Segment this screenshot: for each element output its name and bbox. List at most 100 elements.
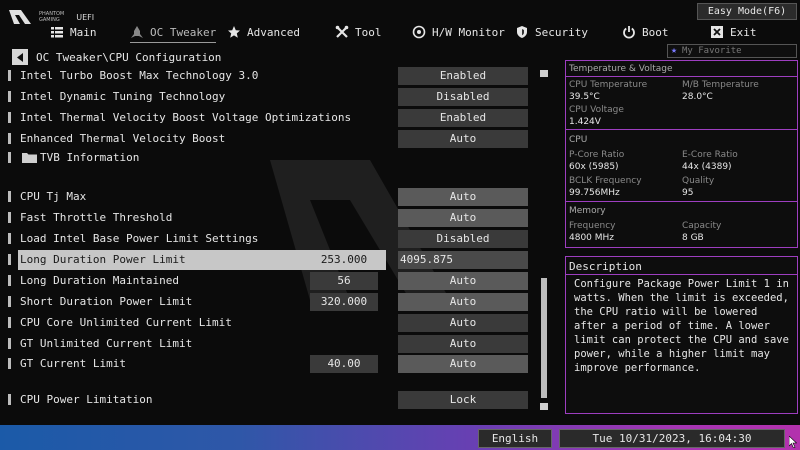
tab-hw-monitor-label: H/W Monitor <box>432 25 505 39</box>
rocket-icon <box>131 26 143 38</box>
back-arrow-icon <box>16 52 23 62</box>
setting-number[interactable]: 40.00 <box>310 355 378 373</box>
favorite-star-icon: ★ <box>671 45 678 56</box>
setting-label: Short Duration Power Limit <box>20 295 193 308</box>
tab-advanced[interactable]: Advanced <box>227 20 300 44</box>
scroll-up-arrow-icon[interactable] <box>540 70 548 77</box>
setting-value[interactable]: Auto <box>398 188 528 206</box>
setting-value[interactable]: Enabled <box>398 109 528 127</box>
memory-heading: Memory <box>569 206 606 216</box>
setting-value[interactable]: Auto <box>398 209 528 227</box>
setting-value[interactable]: Lock <box>398 391 528 409</box>
tab-security[interactable]: Security <box>515 20 588 44</box>
settings-scrollbar[interactable] <box>539 68 549 412</box>
row-bullet <box>8 112 11 123</box>
tab-boot[interactable]: Boot <box>622 20 669 44</box>
setting-value[interactable]: Auto <box>398 335 528 353</box>
cpu-temperature: CPU Temperature 39.5°C <box>569 80 648 102</box>
memory-frequency: Frequency 4800 MHz <box>569 221 616 243</box>
date-time-display[interactable]: Tue 10/31/2023, 16:04:30 <box>559 429 785 448</box>
scroll-down-arrow-icon[interactable] <box>540 403 548 410</box>
description-title: Description <box>569 260 642 273</box>
tab-main[interactable]: Main <box>50 20 97 44</box>
setting-row[interactable]: Intel Thermal Velocity Boost Voltage Opt… <box>8 108 536 128</box>
setting-value[interactable]: Disabled <box>398 230 528 248</box>
tab-boot-label: Boot <box>642 25 669 39</box>
setting-value[interactable]: Auto <box>398 293 528 311</box>
my-favorite-button[interactable]: ★ My Favorite <box>667 44 797 58</box>
bottom-status-bar: English Tue 10/31/2023, 16:04:30 <box>0 425 800 450</box>
easy-mode-button[interactable]: Easy Mode(F6) <box>697 3 797 20</box>
setting-number[interactable]: 253.000 <box>310 251 378 269</box>
scroll-thumb[interactable] <box>541 278 547 398</box>
setting-value[interactable]: Disabled <box>398 88 528 106</box>
setting-row[interactable]: CPU Core Unlimited Current Limit Auto <box>8 313 536 333</box>
setting-number[interactable]: 56 <box>310 272 378 290</box>
cpu-voltage: CPU Voltage 1.424V <box>569 105 624 127</box>
tab-main-label: Main <box>70 25 97 39</box>
language-button[interactable]: English <box>478 429 552 448</box>
setting-label: Fast Throttle Threshold <box>20 211 173 224</box>
row-bullet <box>8 91 11 102</box>
setting-row[interactable]: Short Duration Power Limit 320.000 Auto <box>8 292 536 312</box>
row-bullet <box>8 152 11 163</box>
hardware-info-panel: Temperature & Voltage CPU Temperature 39.… <box>565 60 798 248</box>
star-icon <box>228 26 240 38</box>
active-tab-underline <box>130 42 217 43</box>
setting-label: TVB Information <box>40 151 140 164</box>
power-icon <box>623 26 635 39</box>
setting-row-selected[interactable]: Long Duration Power Limit 253.000 4095.8… <box>8 250 536 270</box>
setting-label: Intel Turbo Boost Max Technology 3.0 <box>20 69 259 82</box>
row-bullet <box>8 133 11 144</box>
e-core-ratio: E-Core Ratio 44x (4389) <box>682 150 738 172</box>
p-core-ratio: P-Core Ratio 60x (5985) <box>569 150 625 172</box>
setting-row[interactable]: CPU Tj Max Auto <box>8 187 536 207</box>
row-bullet <box>8 212 11 223</box>
top-bar: PHANTOM GAMING UEFI Easy Mode(F6) Main O… <box>0 0 800 45</box>
setting-row[interactable]: Fast Throttle Threshold Auto <box>8 208 536 228</box>
setting-row[interactable]: Long Duration Maintained 56 Auto <box>8 271 536 291</box>
exit-icon <box>711 26 723 38</box>
setting-value[interactable]: Enabled <box>398 67 528 85</box>
setting-value[interactable]: Auto <box>398 130 528 148</box>
tab-security-label: Security <box>535 25 588 39</box>
breadcrumb: OC Tweaker\CPU Configuration <box>12 48 221 66</box>
setting-value[interactable]: Auto <box>398 272 528 290</box>
row-bullet <box>8 275 11 286</box>
row-bullet <box>8 70 11 81</box>
divider <box>566 274 797 275</box>
back-button[interactable] <box>12 49 28 65</box>
tab-hw-monitor[interactable]: H/W Monitor <box>412 20 505 44</box>
main-tabs: Main OC Tweaker Advanced Tool H/W Monito… <box>45 20 800 44</box>
setting-value[interactable]: Auto <box>398 355 528 373</box>
row-bullet <box>8 296 11 307</box>
setting-row[interactable]: Load Intel Base Power Limit Settings Dis… <box>8 229 536 249</box>
setting-input[interactable]: 4095.875 <box>398 251 528 269</box>
tab-advanced-label: Advanced <box>247 25 300 39</box>
setting-row[interactable]: CPU Power Limitation Lock <box>8 390 536 410</box>
setting-row[interactable]: Intel Dynamic Tuning Technology Disabled <box>8 87 536 107</box>
divider <box>566 129 797 130</box>
cpu-quality: Quality 95 <box>682 176 715 198</box>
tab-tool[interactable]: Tool <box>335 20 382 44</box>
tab-tool-label: Tool <box>355 25 382 39</box>
setting-row[interactable]: Intel Turbo Boost Max Technology 3.0 Ena… <box>8 66 536 86</box>
setting-label: Enhanced Thermal Velocity Boost <box>20 132 226 145</box>
mouse-cursor-icon <box>789 436 797 448</box>
settings-list: Intel Turbo Boost Max Technology 3.0 Ena… <box>8 66 536 411</box>
setting-row[interactable]: GT Current Limit 40.00 Auto <box>8 354 536 374</box>
setting-row[interactable]: Enhanced Thermal Velocity Boost Auto <box>8 129 536 149</box>
row-bullet <box>8 394 11 405</box>
setting-row[interactable]: GT Unlimited Current Limit Auto <box>8 334 536 354</box>
tab-exit[interactable]: Exit <box>710 20 757 44</box>
setting-label: Long Duration Maintained <box>20 274 179 287</box>
tab-exit-label: Exit <box>730 25 757 39</box>
setting-label: Long Duration Power Limit <box>20 253 186 266</box>
setting-value[interactable]: Auto <box>398 314 528 332</box>
setting-number[interactable]: 320.000 <box>310 293 378 311</box>
tab-oc-tweaker[interactable]: OC Tweaker <box>130 20 217 44</box>
temp-voltage-heading: Temperature & Voltage <box>569 64 673 74</box>
tvb-information-row[interactable]: TVB Information <box>8 148 536 168</box>
mb-temperature: M/B Temperature 28.0°C <box>682 80 759 102</box>
shield-icon <box>517 26 527 38</box>
